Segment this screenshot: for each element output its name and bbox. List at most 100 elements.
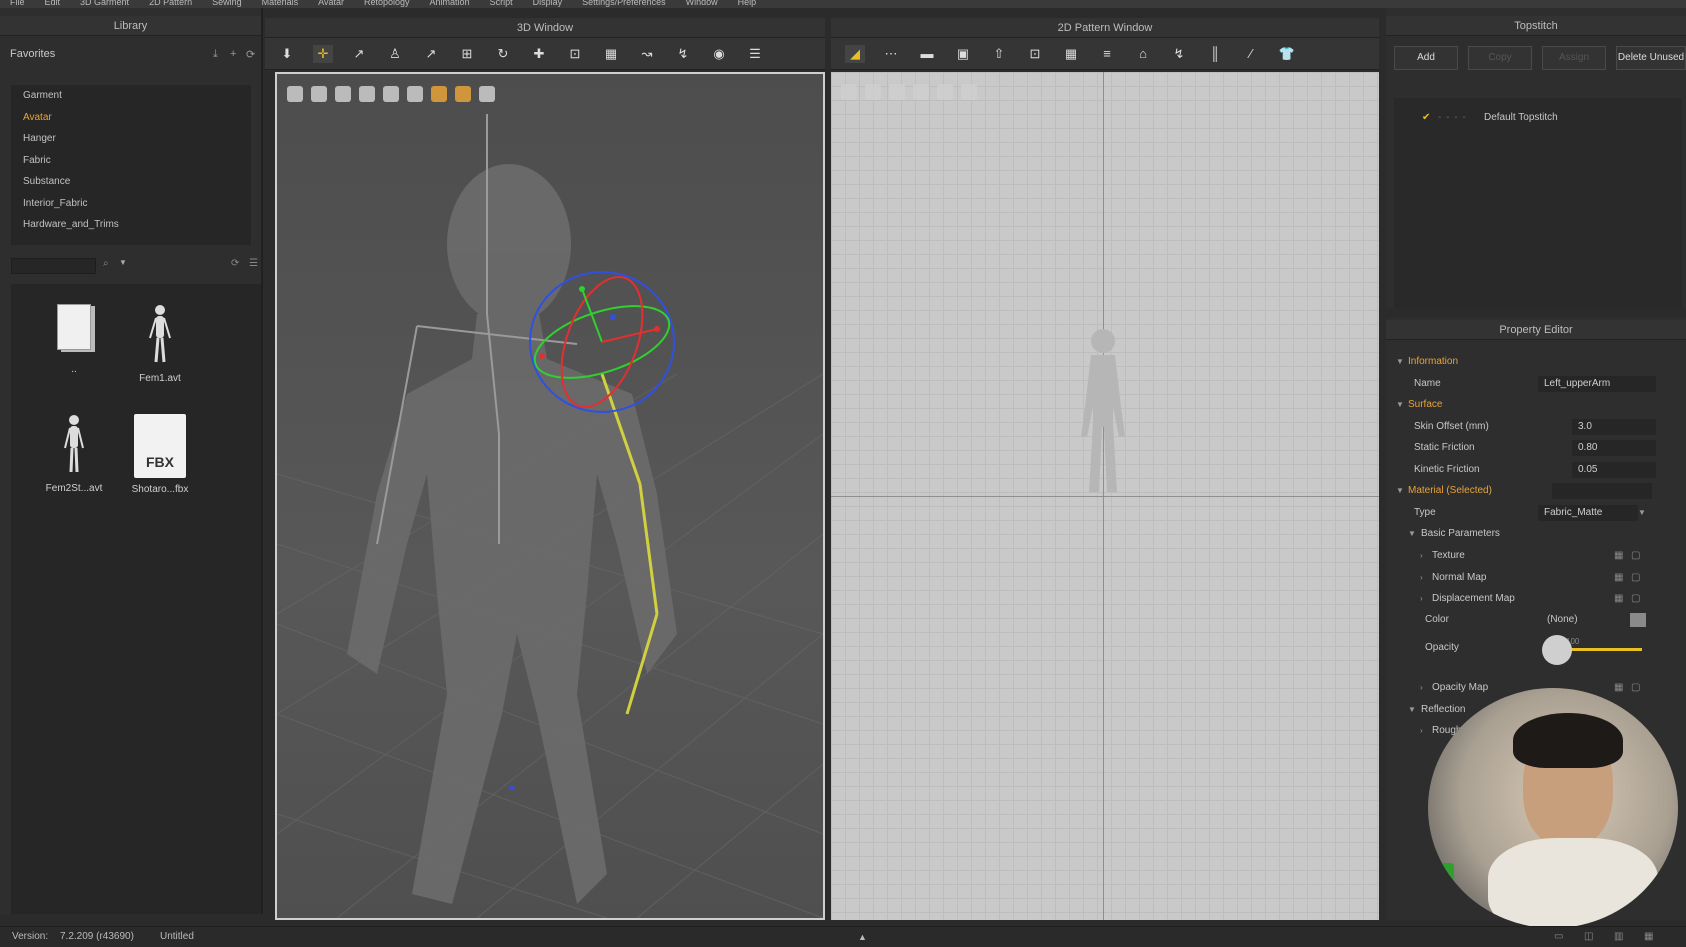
layout-single-icon[interactable]: ▭ bbox=[1554, 927, 1563, 947]
favorites-item[interactable]: Avatar bbox=[11, 107, 251, 129]
section-surface[interactable]: Surface bbox=[1408, 395, 1442, 415]
list-view-icon[interactable]: ☰ bbox=[249, 258, 258, 269]
tool-2d-icon[interactable]: ▬ bbox=[917, 45, 937, 63]
menu-item[interactable]: Materials bbox=[252, 0, 309, 7]
tool-2d-icon[interactable]: 👕 bbox=[1277, 45, 1297, 63]
menu-item[interactable]: Avatar bbox=[308, 0, 354, 7]
name-field[interactable]: Left_upperArm bbox=[1538, 376, 1656, 392]
menu-item[interactable]: Display bbox=[523, 0, 573, 7]
menu-item[interactable]: 3D Garment bbox=[70, 0, 139, 7]
menu-item[interactable]: 2D Pattern bbox=[139, 0, 202, 7]
quick-tool-icon[interactable] bbox=[865, 84, 881, 100]
menu-item[interactable]: Window bbox=[676, 0, 728, 7]
add-topstitch-button[interactable]: Add bbox=[1394, 46, 1458, 70]
favorites-item[interactable]: Hanger bbox=[11, 128, 251, 150]
material-type-select[interactable]: Fabric_Matte bbox=[1538, 505, 1638, 521]
library-thumb-folder[interactable]: .. bbox=[35, 304, 113, 375]
section-information[interactable]: Information bbox=[1408, 352, 1458, 372]
material-select[interactable] bbox=[1552, 483, 1652, 499]
tool-3d-icon[interactable]: ✛ bbox=[313, 45, 333, 63]
add-icon[interactable]: + bbox=[230, 48, 236, 60]
copy-topstitch-button[interactable]: Copy bbox=[1468, 46, 1532, 70]
tool-2d-icon[interactable]: ⌂ bbox=[1133, 45, 1153, 63]
texture-delete-icon[interactable]: ▢ bbox=[1631, 546, 1640, 566]
tool-2d-icon[interactable]: ▣ bbox=[953, 45, 973, 63]
library-thumb-fbx[interactable]: FBX Shotaro...fbx bbox=[121, 414, 199, 495]
section-material[interactable]: Material (Selected) bbox=[1408, 481, 1492, 501]
layout-quad-icon[interactable]: ▦ bbox=[1644, 927, 1653, 947]
section-basic-parameters[interactable]: Basic Parameters bbox=[1421, 524, 1500, 544]
quick-tool-icon[interactable] bbox=[961, 84, 977, 100]
tool-3d-icon[interactable]: ↯ bbox=[673, 45, 693, 63]
menu-item[interactable]: Help bbox=[728, 0, 767, 7]
library-thumb-fem2[interactable]: Fem2St...avt bbox=[35, 414, 113, 494]
search-icon[interactable]: ⌕ bbox=[103, 258, 109, 269]
tool-3d-icon[interactable]: ✚ bbox=[529, 45, 549, 63]
color-swatch[interactable] bbox=[1630, 613, 1646, 627]
tool-2d-icon[interactable]: ∕ bbox=[1241, 45, 1261, 63]
tool-3d-icon[interactable]: ◉ bbox=[709, 45, 729, 63]
displacement-delete-icon[interactable]: ▢ bbox=[1631, 589, 1640, 609]
tool-2d-icon[interactable]: ⇧ bbox=[989, 45, 1009, 63]
chevron-down-icon[interactable]: ▼ bbox=[1638, 503, 1646, 523]
favorites-item[interactable]: Hardware_and_Trims bbox=[11, 214, 251, 236]
tool-3d-icon[interactable]: ♙ bbox=[385, 45, 405, 63]
tool-3d-icon[interactable]: ☰ bbox=[745, 45, 765, 63]
menu-item[interactable]: Sewing bbox=[202, 0, 252, 7]
viewport-2d[interactable] bbox=[831, 72, 1379, 920]
favorites-item[interactable]: Garment bbox=[11, 85, 251, 107]
opacity-slider-track[interactable] bbox=[1560, 648, 1642, 651]
library-search-input[interactable] bbox=[11, 258, 96, 274]
favorites-item[interactable]: Fabric bbox=[11, 150, 251, 172]
menu-item[interactable]: Retopology bbox=[354, 0, 420, 7]
texture-browse-icon[interactable]: ▦ bbox=[1614, 546, 1623, 566]
tool-2d-icon[interactable]: ◢ bbox=[845, 45, 865, 63]
menu-item[interactable]: Animation bbox=[420, 0, 480, 7]
refresh-icon[interactable]: ⟳ bbox=[231, 258, 239, 269]
tool-3d-icon[interactable]: ⊞ bbox=[457, 45, 477, 63]
tool-3d-icon[interactable]: ↗ bbox=[349, 45, 369, 63]
tool-3d-icon[interactable]: ↻ bbox=[493, 45, 513, 63]
chevron-down-icon[interactable]: ▼ bbox=[119, 258, 127, 267]
opacity-map-delete-icon[interactable]: ▢ bbox=[1631, 678, 1640, 698]
favorites-item[interactable]: Interior_Fabric bbox=[11, 193, 251, 215]
displacement-browse-icon[interactable]: ▦ bbox=[1614, 589, 1623, 609]
menu-item[interactable]: Settings/Preferences bbox=[572, 0, 676, 7]
viewport-3d[interactable] bbox=[275, 72, 825, 920]
download-icon[interactable]: ⤓ bbox=[213, 48, 218, 61]
opacity-map-browse-icon[interactable]: ▦ bbox=[1614, 678, 1623, 698]
quick-tool-icon[interactable] bbox=[937, 84, 953, 100]
tool-3d-icon[interactable]: ↗ bbox=[421, 45, 441, 63]
delete-unused-button[interactable]: Delete Unused bbox=[1616, 46, 1686, 70]
expand-up-icon[interactable]: ▲ bbox=[858, 927, 867, 947]
tool-2d-icon[interactable]: ↯ bbox=[1169, 45, 1189, 63]
normal-map-browse-icon[interactable]: ▦ bbox=[1614, 568, 1623, 588]
tool-3d-icon[interactable]: ⊡ bbox=[565, 45, 585, 63]
library-thumb-fem1[interactable]: Fem1.avt bbox=[121, 304, 199, 384]
layout-dual-icon[interactable]: ◫ bbox=[1584, 927, 1593, 947]
assign-topstitch-button[interactable]: Assign bbox=[1542, 46, 1606, 70]
list-item[interactable]: ✔ - - - - Default Topstitch bbox=[1394, 108, 1682, 128]
opacity-slider-handle[interactable] bbox=[1542, 635, 1572, 665]
tool-3d-icon[interactable]: ↝ bbox=[637, 45, 657, 63]
tool-2d-icon[interactable]: ║ bbox=[1205, 45, 1225, 63]
layout-triple-icon[interactable]: ▥ bbox=[1614, 927, 1623, 947]
quick-tool-icon[interactable] bbox=[913, 84, 929, 100]
normal-map-delete-icon[interactable]: ▢ bbox=[1631, 568, 1640, 588]
menu-item[interactable]: Edit bbox=[35, 0, 71, 7]
tool-3d-icon[interactable]: ▦ bbox=[601, 45, 621, 63]
quick-tool-icon[interactable] bbox=[889, 84, 905, 100]
tool-2d-icon[interactable]: ⋯ bbox=[881, 45, 901, 63]
favorites-item[interactable]: Substance bbox=[11, 171, 251, 193]
kinetic-friction-field[interactable]: 0.05 bbox=[1572, 462, 1656, 478]
tool-2d-icon[interactable]: ⊡ bbox=[1025, 45, 1045, 63]
quick-tool-icon[interactable] bbox=[841, 84, 857, 100]
section-reflection[interactable]: Reflection bbox=[1421, 700, 1465, 720]
menu-item[interactable]: Script bbox=[480, 0, 523, 7]
refresh-icon[interactable]: ⟳ bbox=[246, 48, 255, 61]
static-friction-field[interactable]: 0.80 bbox=[1572, 440, 1656, 456]
menu-item[interactable]: File bbox=[0, 0, 35, 7]
skin-offset-field[interactable]: 3.0 bbox=[1572, 419, 1656, 435]
tool-2d-icon[interactable]: ≡ bbox=[1097, 45, 1117, 63]
tool-2d-icon[interactable]: ▦ bbox=[1061, 45, 1081, 63]
